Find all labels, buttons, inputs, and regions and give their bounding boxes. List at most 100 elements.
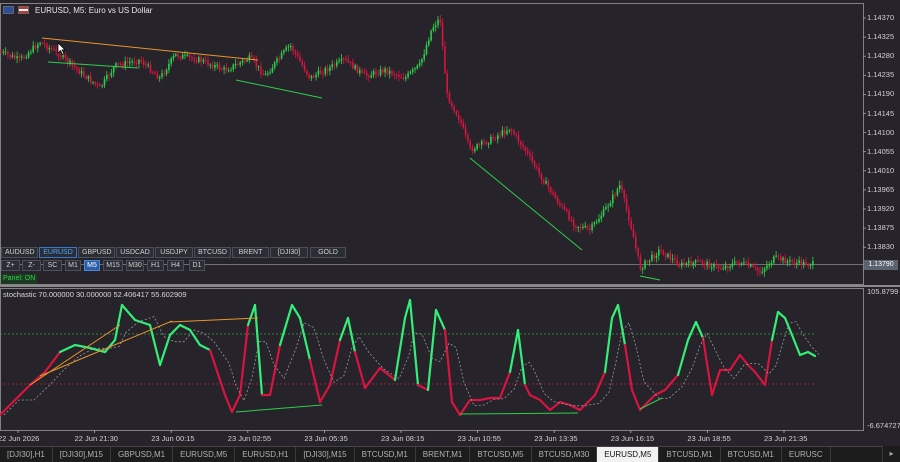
candle-body: [494, 138, 497, 140]
chart-tab[interactable]: BTCUSD,M5: [470, 447, 532, 462]
price-axis-label: 1.14145: [867, 108, 895, 118]
tool-button-sc[interactable]: SC: [43, 260, 62, 271]
symbol-button-usdcad[interactable]: USDCAD: [116, 247, 154, 258]
candle-body: [720, 268, 722, 270]
symbol-button-gbpusd[interactable]: GBPUSD: [78, 247, 115, 258]
candle-body: [299, 56, 301, 62]
candle-body: [789, 259, 791, 262]
stochastic-k-segment: [103, 338, 117, 354]
candle-body: [382, 69, 384, 73]
candle-body: [628, 209, 630, 221]
candle-body: [409, 71, 412, 74]
chart-tab[interactable]: [DJI30],M15: [296, 447, 355, 462]
chart-title-bar: EURUSD, M5: Euro vs US Dollar: [3, 3, 152, 17]
symbol-button-brent[interactable]: BRENT: [232, 247, 269, 258]
stochastic-k-segment: [763, 338, 774, 387]
chart-tab[interactable]: BTCUSD,M1: [659, 447, 721, 462]
candle-body: [186, 54, 189, 56]
candle-body: [641, 268, 644, 270]
tool-button-d1[interactable]: D1: [189, 260, 205, 271]
candle-body: [434, 25, 437, 28]
symbol-button-audusd[interactable]: AUDUSD: [1, 247, 38, 258]
candle-body: [377, 74, 379, 76]
stochastic-k-segment: [630, 388, 642, 412]
candle-body: [618, 185, 621, 190]
stochastic-k-segment: [338, 316, 350, 342]
candle-body: [71, 60, 74, 66]
tool-button-h1[interactable]: H1: [147, 260, 164, 271]
candle-body: [303, 65, 306, 71]
oscillator-axis-max: 105.8799: [867, 287, 899, 296]
candle-body: [674, 258, 676, 260]
stochastic-k-segment: [443, 328, 454, 404]
chart-window[interactable]: EURUSD, M5: Euro vs US Dollar 1.14370 1.1…: [0, 0, 900, 446]
candle-body: [175, 54, 177, 56]
tool-button-h4[interactable]: H4: [167, 260, 184, 271]
candle-body: [750, 265, 752, 267]
stochastic-k-segment: [746, 363, 757, 374]
chart-tab[interactable]: EURUSD,M5: [597, 447, 660, 462]
chart-tab[interactable]: EURUSD,M5: [173, 447, 236, 462]
candle-body: [524, 147, 527, 152]
candle-body: [731, 263, 734, 267]
candle-body: [602, 209, 605, 216]
candle-body: [531, 155, 534, 162]
chart-tab[interactable]: EURUSD,H1: [235, 447, 297, 462]
price-trendline: [469, 157, 583, 251]
candle-body: [676, 259, 678, 266]
stochastic-k-segment: [0, 398, 17, 417]
candle-body: [717, 265, 720, 269]
symbol-button-gold[interactable]: GOLD: [310, 247, 346, 258]
chart-canvas[interactable]: [0, 0, 900, 446]
candle-body: [766, 265, 768, 269]
candle-body: [508, 129, 511, 131]
candle-body: [333, 64, 336, 66]
candle-body: [598, 218, 600, 223]
panel-status-toggle[interactable]: Panel: ON: [1, 274, 38, 284]
candle-body: [690, 260, 692, 266]
symbol-button-usdjpy[interactable]: USDJPY: [155, 247, 193, 258]
tab-scroll-right-icon[interactable]: ▸: [882, 446, 900, 462]
candle-body: [517, 134, 520, 142]
time-axis-label: 23 Jun 18:55: [687, 434, 731, 443]
stochastic-k-segment: [458, 398, 472, 417]
tool-button-m30[interactable]: M30: [126, 260, 144, 271]
stochastic-k-segment: [516, 328, 527, 387]
price-axis-label: 1.14055: [867, 146, 895, 156]
candle-body: [635, 237, 637, 248]
stochastic-k-segment: [113, 303, 124, 342]
stochastic-k-segment: [278, 303, 294, 347]
time-axis-label: 23 Jun 02:55: [227, 434, 272, 443]
tool-button-m5[interactable]: M5: [84, 260, 100, 271]
chart-tab[interactable]: [DJI30],H1: [0, 447, 53, 462]
tool-button-m1[interactable]: M1: [65, 260, 81, 271]
candle-body: [124, 61, 126, 67]
chart-tab[interactable]: EURUSC: [782, 447, 831, 462]
tool-button-z-plus[interactable]: Z+: [1, 260, 20, 271]
symbol-button-btcusd[interactable]: BTCUSD: [194, 247, 231, 258]
candle-body: [384, 68, 386, 73]
chart-tab[interactable]: GBPUSD,M1: [111, 447, 174, 462]
chart-tab[interactable]: BTCUSD,M1: [355, 447, 416, 462]
candle-body: [347, 59, 350, 63]
chart-tab[interactable]: BRENT,M1: [416, 447, 471, 462]
stochastic-k-segment: [578, 393, 597, 412]
candle-body: [536, 166, 538, 168]
candle-body: [430, 30, 432, 41]
tool-button-z-minus[interactable]: Z-: [22, 260, 41, 271]
tool-button-m15[interactable]: M15: [103, 260, 123, 271]
candle-body: [591, 224, 593, 231]
chart-tab[interactable]: BTCUSD,M1: [721, 447, 782, 462]
candle-body: [135, 63, 138, 65]
symbol-button-eurusd[interactable]: EURUSD: [39, 247, 77, 258]
price-trendline: [639, 275, 661, 281]
candle-body: [483, 141, 485, 143]
candle-body: [73, 65, 76, 68]
chart-tab[interactable]: [DJI30],M15: [53, 447, 111, 462]
candle-body: [586, 226, 589, 229]
chart-tab[interactable]: BTCUSD,M30: [532, 447, 598, 462]
candle-body: [782, 257, 784, 261]
symbol-button-dji30[interactable]: [DJI30]: [270, 247, 308, 258]
candle-body: [547, 181, 550, 188]
stochastic-k-segment: [610, 303, 620, 320]
